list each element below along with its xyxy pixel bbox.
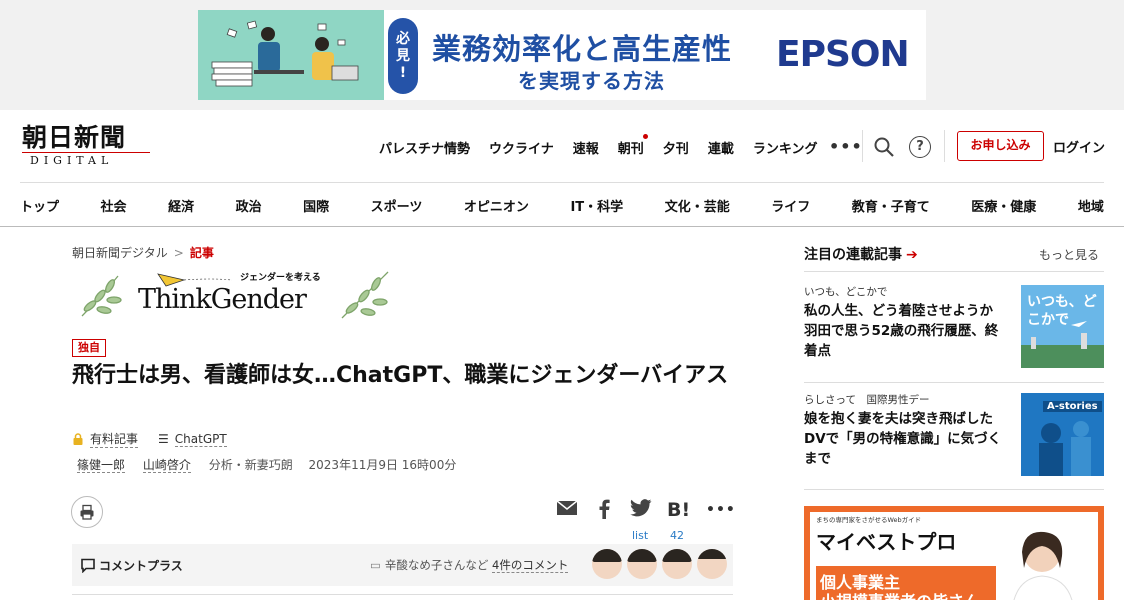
facebook-icon[interactable] <box>598 499 610 524</box>
nav-series[interactable]: 連載 <box>708 138 734 157</box>
ad-subline: を実現する方法 <box>518 69 665 93</box>
epson-ad[interactable]: 必 見 ! 業務効率化と高生産性 を実現する方法 EPSON i <box>198 10 926 100</box>
comment-plus-label[interactable]: コメントプラス <box>99 557 183 574</box>
ad-line-2: 小規模事業者の皆さん <box>820 588 980 600</box>
nav-breaking[interactable]: 速報 <box>573 138 599 157</box>
mail-share-icon[interactable] <box>556 499 578 522</box>
article-meta: 有料記事 ☰ ChatGPT <box>72 430 227 448</box>
avatar <box>662 549 692 579</box>
series-thumbnail[interactable]: A-stories <box>1021 393 1104 476</box>
see-more-link[interactable]: もっと見る <box>1039 246 1099 263</box>
top-navigation: パレスチナ情勢 ウクライナ 速報 朝刊 夕刊 連載 ランキング <box>379 133 836 158</box>
divider <box>944 130 945 162</box>
cat-opinion[interactable]: オピニオン <box>464 196 529 215</box>
commenter-avatars[interactable] <box>592 549 732 579</box>
publish-date: 2023年11月9日 16時00分 <box>308 458 457 472</box>
ad-logo: マイベストプロ <box>816 530 957 554</box>
help-icon[interactable]: ? <box>909 136 931 158</box>
lock-icon <box>73 433 83 445</box>
author-link[interactable]: 山崎啓介 <box>142 458 191 473</box>
list-link[interactable]: list <box>632 529 648 542</box>
byline: 篠健一郎 山崎啓介 分析・新妻巧朗 2023年11月9日 16時00分 <box>77 456 456 473</box>
comment-plus-bar: コメントプラス ▭ 辛酸なめ子さんなど 4件のコメント <box>72 544 733 586</box>
series-subtitle: ジェンダーを考える <box>240 273 321 283</box>
list-icon: ☰ <box>158 432 169 446</box>
nav-ranking[interactable]: ランキング <box>753 138 818 157</box>
printer-icon <box>80 504 94 520</box>
comment-count-link[interactable]: 4件のコメント <box>492 558 569 573</box>
comment-icon <box>81 558 95 573</box>
category-navigation: トップ 社会 経済 政治 国際 スポーツ オピニオン IT・科学 文化・芸能 ラ… <box>20 196 1124 215</box>
divider <box>72 594 733 595</box>
ad-person-photo <box>1013 531 1073 600</box>
thumbnail-text: A-stories <box>1043 401 1102 412</box>
login-link[interactable]: ログイン <box>1053 137 1105 156</box>
twitter-icon[interactable] <box>630 499 652 522</box>
cat-international[interactable]: 国際 <box>303 196 329 215</box>
divider <box>20 182 1104 183</box>
series-article-title[interactable]: 娘を抱く妻を夫は突き飛ばした DVで「男の特権意識」に気づくまで <box>804 409 1009 469</box>
series-article-title[interactable]: 私の人生、どう着陸させようか 羽田で思う52歳の飛行履歴、終着点 <box>804 301 1009 361</box>
cat-education[interactable]: 教育・子育て <box>852 196 930 215</box>
cat-life[interactable]: ライフ <box>771 196 810 215</box>
featured-series-heading[interactable]: 注目の連載記事 ➔ <box>804 244 918 264</box>
signup-button[interactable]: お申し込み <box>957 131 1044 161</box>
nav-morning[interactable]: 朝刊 <box>618 133 648 157</box>
cat-culture[interactable]: 文化・芸能 <box>665 196 730 215</box>
tag-link[interactable]: ChatGPT <box>174 432 227 447</box>
series-title: ThinkGender <box>138 284 307 315</box>
comment-small-icon: ▭ <box>370 558 381 572</box>
divider <box>804 382 1104 383</box>
cat-top[interactable]: トップ <box>20 196 59 215</box>
ad-illustration <box>198 10 384 100</box>
series-kicker[interactable]: いつも、どこかで <box>804 284 887 299</box>
breadcrumb-current[interactable]: 記事 <box>190 246 214 260</box>
thumbnail-text: いつも、どこかで <box>1027 294 1097 328</box>
avatar <box>627 549 657 579</box>
think-gender-banner[interactable]: ジェンダーを考える ThinkGender <box>72 266 398 324</box>
paid-article-link[interactable]: 有料記事 <box>90 430 139 448</box>
ad-tagline: まちの専門家をさがせるWebガイド <box>816 516 922 524</box>
commenter-names: 辛酸なめ子さんなど <box>384 558 489 572</box>
ad-banner-area: 必 見 ! 業務効率化と高生産性 を実現する方法 EPSON i <box>0 0 1124 110</box>
cat-sports[interactable]: スポーツ <box>371 196 423 215</box>
cat-politics[interactable]: 政治 <box>236 196 262 215</box>
exclusive-badge: 独自 <box>72 339 106 357</box>
new-dot <box>642 133 648 139</box>
series-thumbnail[interactable]: いつも、どこかで <box>1021 285 1104 368</box>
breadcrumb-home[interactable]: 朝日新聞デジタル <box>72 246 168 260</box>
hatena-count[interactable]: 42 <box>670 529 684 542</box>
cat-society[interactable]: 社会 <box>101 196 127 215</box>
more-menu-icon[interactable]: ••• <box>829 139 863 155</box>
avatar <box>697 549 727 579</box>
nav-evening[interactable]: 夕刊 <box>663 138 689 157</box>
nav-palestine[interactable]: パレスチナ情勢 <box>379 138 470 157</box>
ad-badge: 必 見 ! <box>388 18 418 94</box>
divider <box>0 226 1124 227</box>
ad-headline: 業務効率化と高生産性 <box>432 32 733 66</box>
divider <box>804 271 1104 272</box>
arrow-right-icon: ➔ <box>906 247 918 263</box>
breadcrumb: 朝日新聞デジタル > 記事 <box>72 246 214 260</box>
hatena-bookmark-icon[interactable]: B! <box>667 499 690 521</box>
divider <box>862 130 863 162</box>
avatar <box>592 549 622 579</box>
more-share-icon[interactable]: ••• <box>706 502 736 518</box>
nav-ukraine[interactable]: ウクライナ <box>489 138 554 157</box>
cat-health[interactable]: 医療・健康 <box>971 196 1036 215</box>
mybestpro-ad[interactable]: まちの専門家をさがせるWebガイド マイベストプロ 個人事業主 小規模事業者の皆… <box>804 506 1104 600</box>
cat-it-science[interactable]: IT・科学 <box>570 196 623 215</box>
article-headline: 飛行士は男、看護師は女…ChatGPT、職業にジェンダーバイアス <box>72 363 729 388</box>
author-link[interactable]: 篠健一郎 <box>77 458 126 473</box>
epson-logo: EPSON <box>776 34 910 75</box>
search-icon[interactable] <box>873 136 895 158</box>
cat-region[interactable]: 地域 <box>1078 196 1104 215</box>
cat-economy[interactable]: 経済 <box>168 196 194 215</box>
series-kicker[interactable]: らしさって 国際男性デー <box>804 392 929 407</box>
divider <box>804 489 1104 490</box>
asahi-digital-logo[interactable]: 朝日新聞 DIGITAL <box>22 124 152 168</box>
print-button[interactable] <box>71 496 103 528</box>
analysis-credit: 分析・新妻巧朗 <box>208 458 293 472</box>
